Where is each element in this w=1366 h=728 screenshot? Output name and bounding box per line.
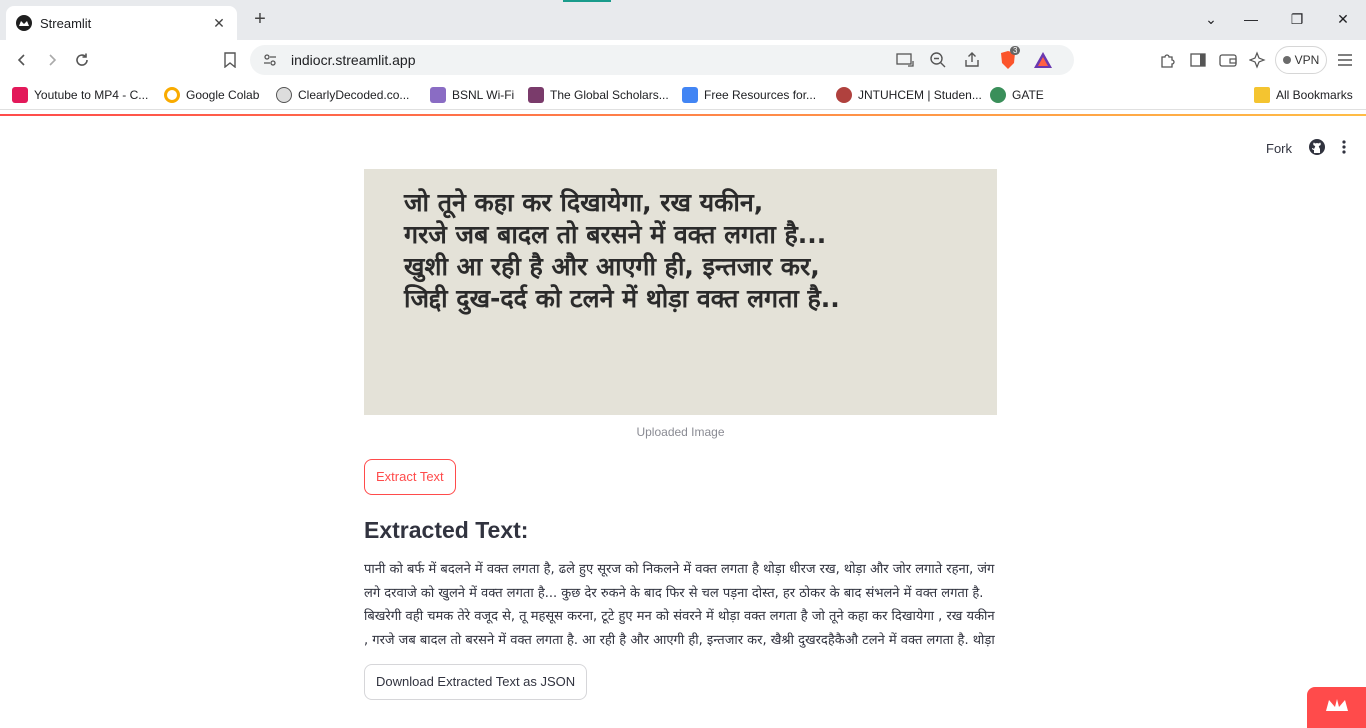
bookmark-label: Google Colab <box>186 88 260 102</box>
folder-icon <box>1254 87 1270 103</box>
bsnl-icon <box>430 87 446 103</box>
menu-icon[interactable] <box>1335 50 1355 70</box>
vpn-label: VPN <box>1294 53 1320 67</box>
bookmark-label: BSNL Wi-Fi <box>452 88 515 102</box>
all-bookmarks-button[interactable]: All Bookmarks <box>1254 87 1353 103</box>
site-info-icon[interactable] <box>262 52 278 68</box>
colab-icon <box>164 87 180 103</box>
new-tab-button[interactable]: + <box>250 9 270 29</box>
bookmark-item[interactable]: Youtube to MP4 - C... <box>12 87 148 103</box>
global-scholars-icon <box>528 87 544 103</box>
tab-strip-indicator <box>563 0 611 2</box>
streamlit-header-decoration <box>0 114 1366 116</box>
image-poem: जो तूने कहा कर दिखायेगा, रख यकीन, गरजे ज… <box>404 187 840 315</box>
bookmark-item[interactable]: The Global Scholars... <box>528 87 669 103</box>
restore-button[interactable]: ❐ <box>1286 8 1308 30</box>
fork-button[interactable]: Fork <box>1266 141 1292 156</box>
bookmark-page-icon[interactable] <box>218 48 242 72</box>
all-bookmarks-label: All Bookmarks <box>1276 88 1353 102</box>
streamlit-favicon-icon <box>16 15 32 31</box>
streamlit-crown-icon <box>1325 697 1349 718</box>
reload-button[interactable] <box>70 48 94 72</box>
gate-icon <box>990 87 1006 103</box>
brave-rewards-icon[interactable] <box>1033 50 1053 70</box>
bookmark-label: GATE <box>1012 88 1044 102</box>
browser-toolbar: indiocr.streamlit.app 3 VPN <box>0 40 1366 80</box>
bookmark-item[interactable]: GATE <box>990 87 1044 103</box>
image-text-line: गरजे जब बादल तो बरसने में वक्त लगता है..… <box>404 220 827 249</box>
github-icon[interactable] <box>1308 138 1326 159</box>
tab-close-icon[interactable]: ✕ <box>211 15 227 31</box>
app-header-actions: Fork <box>1266 138 1346 159</box>
minimize-button[interactable]: ― <box>1240 8 1262 30</box>
download-json-button[interactable]: Download Extracted Text as JSON <box>364 664 588 700</box>
main-content: जो तूने कहा कर दिखायेगा, रख यकीन, गरजे ज… <box>364 169 997 700</box>
brave-shields-icon[interactable]: 3 <box>998 46 1021 70</box>
bookmark-label: Youtube to MP4 - C... <box>34 88 149 102</box>
address-bar[interactable]: indiocr.streamlit.app <box>250 45 1074 75</box>
extensions-icon[interactable] <box>1158 50 1178 70</box>
bookmarks-bar: Youtube to MP4 - C... Google Colab Clear… <box>0 80 1366 110</box>
image-text-line: खुशी आ रही है और आएगी ही, इन्तजार कर, <box>404 252 820 281</box>
google-docs-icon <box>682 87 698 103</box>
url-text: indiocr.streamlit.app <box>291 52 416 68</box>
bookmark-label: The Global Scholars... <box>550 88 669 102</box>
close-window-button[interactable]: ✕ <box>1332 8 1354 30</box>
jntuhcem-icon <box>836 87 852 103</box>
app-menu-icon[interactable] <box>1342 139 1346 158</box>
leo-ai-icon[interactable] <box>1248 50 1268 70</box>
bookmark-item[interactable]: JNTUHCEM | Studen... <box>836 87 982 103</box>
tab-search-icon[interactable]: ⌄ <box>1200 8 1222 30</box>
tab-title: Streamlit <box>40 15 92 31</box>
image-text-line: जो तूने कहा कर दिखायेगा, रख यकीन, <box>404 188 764 217</box>
cast-icon[interactable] <box>895 50 915 70</box>
vpn-status-icon <box>1282 56 1291 64</box>
bookmark-item[interactable]: Free Resources for... <box>682 87 816 103</box>
forward-button[interactable] <box>40 48 64 72</box>
image-caption: Uploaded Image <box>636 425 725 439</box>
bookmark-item[interactable]: ClearlyDecoded.co... <box>276 87 409 103</box>
tab-streamlit[interactable]: Streamlit ✕ <box>6 6 237 40</box>
manage-app-button[interactable] <box>1307 687 1366 728</box>
extracted-text-heading: Extracted Text: <box>364 517 529 543</box>
bookmark-item[interactable]: Google Colab <box>164 87 259 103</box>
bookmark-item[interactable]: BSNL Wi-Fi <box>430 87 514 103</box>
youtube-mp4-icon <box>12 87 28 103</box>
image-text-line: जिद्दी दुख-दर्द को टलने में थोड़ा वक्त ल… <box>404 284 840 313</box>
share-icon[interactable] <box>962 50 982 70</box>
tab-bar: Streamlit ✕ + ⌄ ― ❐ ✕ <box>0 0 1366 40</box>
vpn-button[interactable]: VPN <box>1275 46 1327 74</box>
extracted-text-body: पानी को बर्फ में बदलने में वक्त लगता है,… <box>364 562 995 648</box>
sidebar-icon[interactable] <box>1188 50 1208 70</box>
bookmark-label: Free Resources for... <box>704 88 817 102</box>
back-button[interactable] <box>10 48 34 72</box>
clearlydecoded-icon <box>276 87 292 103</box>
extract-text-button[interactable]: Extract Text <box>364 459 456 495</box>
bookmark-label: ClearlyDecoded.co... <box>298 88 410 102</box>
zoom-icon[interactable] <box>928 50 948 70</box>
bookmark-label: JNTUHCEM | Studen... <box>858 88 982 102</box>
uploaded-image: जो तूने कहा कर दिखायेगा, रख यकीन, गरजे ज… <box>364 169 997 415</box>
wallet-icon[interactable] <box>1218 50 1238 70</box>
